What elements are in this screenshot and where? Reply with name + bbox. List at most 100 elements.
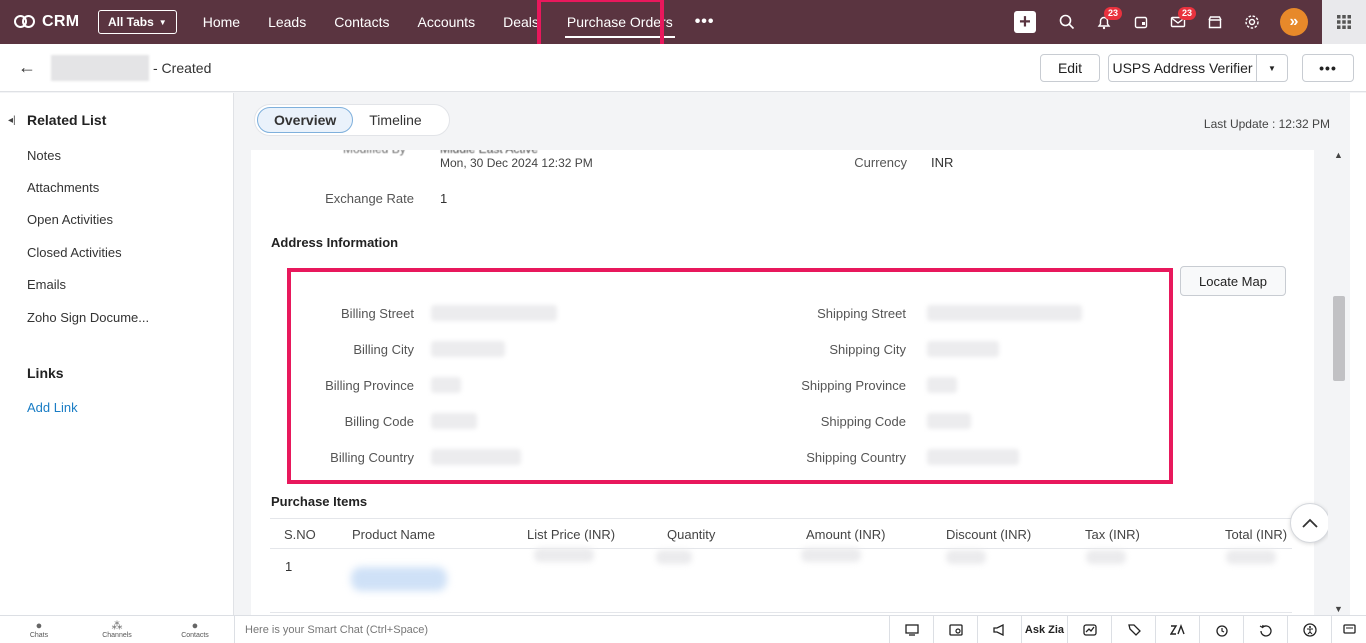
product-name-link-redacted[interactable] [351, 567, 447, 591]
bottom-left-shortcuts: ● Chats ⁂ Channels ● Contacts [0, 616, 234, 643]
history-icon[interactable] [1243, 616, 1287, 643]
scrollbar-thumb[interactable] [1333, 296, 1345, 381]
caret-down-icon[interactable]: ▼ [1257, 64, 1287, 73]
search-icon[interactable] [1048, 0, 1085, 44]
tab-contacts[interactable]: Contacts [320, 0, 403, 44]
edit-button[interactable]: Edit [1040, 54, 1100, 82]
alarm-clock-icon[interactable] [1199, 616, 1243, 643]
contacts-shortcut[interactable]: ● Contacts [156, 616, 234, 643]
ask-zia-button[interactable]: Ask Zia [1021, 616, 1067, 643]
sidebar-item-open-activities[interactable]: Open Activities [27, 212, 113, 227]
mail-count-badge: 23 [1178, 7, 1197, 20]
tag-icon[interactable] [1111, 616, 1155, 643]
usps-address-verifier-button[interactable]: USPS Address Verifier ▼ [1108, 54, 1288, 82]
calendar-icon[interactable] [1122, 0, 1159, 44]
address-information-title: Address Information [271, 235, 399, 250]
sidebar-item-zoho-sign[interactable]: Zoho Sign Docume... [27, 310, 149, 325]
tab-accounts[interactable]: Accounts [403, 0, 489, 44]
add-link[interactable]: Add Link [27, 400, 78, 415]
tab-overview[interactable]: Overview [257, 107, 354, 133]
col-discount: Discount (INR) [946, 527, 1032, 542]
col-amount: Amount (INR) [806, 527, 886, 542]
user-avatar[interactable]: » [1280, 8, 1308, 36]
tab-home[interactable]: Home [189, 0, 254, 44]
col-tax: Tax (INR) [1085, 527, 1140, 542]
main-content: Overview Timeline Last Update : 12:32 PM… [234, 93, 1350, 615]
col-quantity: Quantity [667, 527, 716, 542]
exchange-rate-label: Exchange Rate [325, 191, 414, 206]
scroll-to-top-button[interactable] [1290, 503, 1330, 543]
analytics-icon[interactable] [1067, 616, 1111, 643]
contacts-label: Contacts [181, 632, 209, 639]
settings-gear-icon[interactable] [1233, 0, 1270, 44]
record-name-redacted [51, 54, 149, 81]
smart-chat-input[interactable]: Here is your Smart Chat (Ctrl+Space) [234, 616, 890, 643]
chats-label: Chats [29, 632, 49, 639]
more-tabs-icon[interactable]: ••• [695, 13, 715, 31]
record-header: ← - Created Edit USPS Address Verifier ▼… [0, 44, 1366, 92]
currency-label: Currency [854, 155, 907, 170]
module-tabs: Home Leads Contacts Accounts Deals Purch… [189, 0, 715, 44]
last-update: Last Update : 12:32 PM [1203, 117, 1330, 131]
bottom-right-tools: Ask Zia [889, 616, 1366, 643]
discount-redacted [946, 550, 986, 564]
col-total: Total (INR) [1225, 527, 1288, 542]
form-icon[interactable] [933, 616, 977, 643]
scroll-down-arrow-icon[interactable]: ▼ [1334, 604, 1343, 614]
notification-bell-icon[interactable]: 23 [1085, 0, 1123, 44]
notification-count-badge: 23 [1104, 7, 1123, 20]
record-actions: Edit USPS Address Verifier ▼ ••• [1040, 54, 1354, 82]
related-list-sidebar: ◂| Related List Notes Attachments Open A… [0, 93, 234, 615]
sidebar-item-emails[interactable]: Emails [27, 277, 66, 292]
col-sno: S.NO [284, 527, 316, 542]
chats-shortcut[interactable]: ● Chats [0, 616, 78, 643]
record-details-card: Modified By Middle East Active Mon, 30 D… [251, 150, 1314, 615]
currency-value: INR [931, 155, 954, 170]
tab-deals[interactable]: Deals [489, 0, 553, 44]
more-actions-button[interactable]: ••• [1302, 54, 1354, 82]
all-tabs-label: All Tabs [108, 15, 154, 29]
brand[interactable]: CRM [14, 13, 94, 31]
highlight-frame-address-fields [287, 268, 1173, 484]
amount-redacted [801, 548, 861, 562]
row-sno: 1 [285, 559, 293, 574]
sidebar-item-notes[interactable]: Notes [27, 148, 61, 163]
screen-share-icon[interactable] [889, 616, 933, 643]
accessibility-icon[interactable] [1287, 616, 1331, 643]
announcement-megaphone-icon[interactable] [977, 616, 1021, 643]
all-tabs-button[interactable]: All Tabs ▼ [98, 10, 177, 34]
related-list-title: Related List [27, 112, 107, 128]
modified-date: Mon, 30 Dec 2024 12:32 PM [440, 156, 593, 170]
top-navigation-bar: CRM All Tabs ▼ Home Leads Contacts Accou… [0, 0, 1366, 53]
brand-name: CRM [42, 13, 80, 30]
locate-map-button[interactable]: Locate Map [1180, 266, 1286, 296]
tab-purchase-orders[interactable]: Purchase Orders [553, 0, 687, 44]
zia-signal-icon[interactable] [1155, 616, 1199, 643]
right-gutter [1350, 93, 1366, 615]
collapse-sidebar-icon[interactable]: ◂| [8, 115, 16, 126]
back-arrow-icon[interactable]: ← [18, 57, 36, 78]
sidebar-item-closed-activities[interactable]: Closed Activities [27, 245, 122, 260]
app-grid-icon[interactable] [1322, 0, 1366, 44]
bottom-bar: ● Chats ⁂ Channels ● Contacts Here is yo… [0, 615, 1366, 643]
channels-shortcut[interactable]: ⁂ Channels [78, 616, 156, 643]
feedback-icon[interactable] [1331, 616, 1366, 643]
marketplace-icon[interactable] [1196, 0, 1233, 44]
create-new-button[interactable]: + [1014, 11, 1036, 33]
tax-redacted [1086, 550, 1126, 564]
list-price-redacted [534, 548, 594, 562]
links-title: Links [27, 365, 64, 381]
usps-address-verifier-label[interactable]: USPS Address Verifier [1109, 55, 1257, 81]
row-separator [270, 612, 1292, 613]
sidebar-item-attachments[interactable]: Attachments [27, 180, 99, 195]
scroll-up-arrow-icon[interactable]: ▲ [1334, 150, 1343, 160]
purchase-items-table-header: S.NO Product Name List Price (INR) Quant… [270, 518, 1292, 549]
tab-timeline[interactable]: Timeline [353, 107, 437, 133]
quantity-redacted [656, 550, 692, 564]
tab-leads[interactable]: Leads [254, 0, 320, 44]
vertical-scrollbar[interactable]: ▲ ▼ [1328, 148, 1350, 614]
contact-person-icon: ● [191, 620, 199, 632]
exchange-rate-value: 1 [440, 191, 448, 206]
mail-icon[interactable]: 23 [1159, 0, 1197, 44]
total-redacted [1226, 550, 1276, 564]
